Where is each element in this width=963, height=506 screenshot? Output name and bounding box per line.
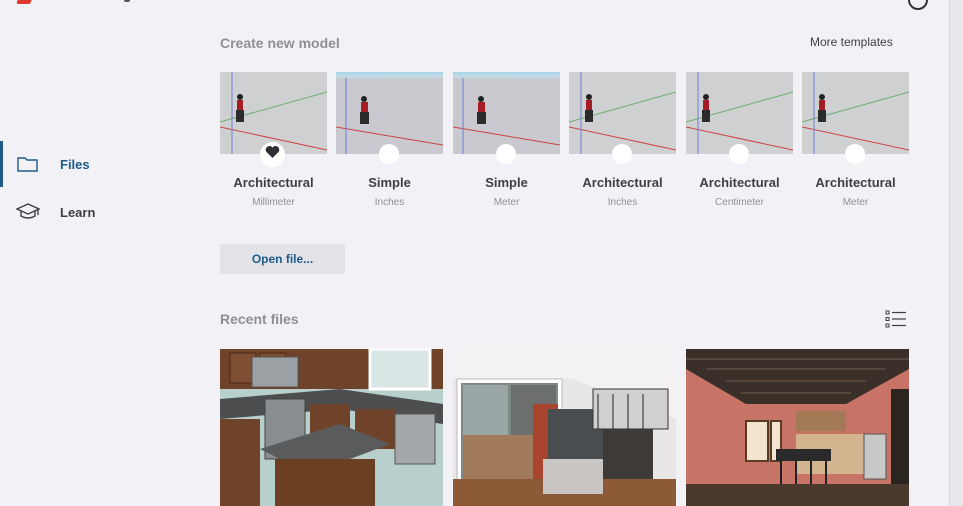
template-unit: Millimeter: [252, 197, 295, 208]
template-name: Architectural: [699, 175, 780, 190]
template-thumbnail: [802, 72, 909, 154]
template-card[interactable]: Architectural Millimeter: [220, 72, 327, 212]
template-name: Architectural: [233, 175, 314, 190]
sidebar-item-label: Files: [60, 156, 90, 172]
recent-file-kitchen-thumbnail[interactable]: [220, 349, 443, 506]
template-thumbnail: [686, 72, 793, 154]
template-name: Architectural: [582, 175, 663, 190]
template-card[interactable]: Architectural Meter: [802, 72, 909, 212]
template-thumbnail: [453, 72, 560, 154]
template-unit: Meter: [493, 197, 520, 208]
template-unit: Centimeter: [715, 197, 764, 208]
template-card[interactable]: Architectural Inches: [569, 72, 676, 212]
scrollbar[interactable]: [949, 0, 963, 506]
template-name: Simple: [485, 175, 528, 190]
create-new-model-title: Create new model: [220, 35, 340, 51]
favorite-badge[interactable]: [845, 144, 865, 164]
open-file-button[interactable]: Open file...: [220, 244, 345, 274]
top-bar: [0, 0, 963, 10]
template-thumbnail: [336, 72, 443, 154]
favorite-badge[interactable]: [260, 142, 285, 167]
favorite-badge[interactable]: [496, 144, 516, 164]
graduation-cap-icon: [16, 202, 40, 222]
template-thumbnail: [569, 72, 676, 154]
sidebar-item-label: Learn: [60, 204, 96, 220]
favorite-badge[interactable]: [729, 144, 749, 164]
app-logo[interactable]: [16, 0, 34, 4]
template-unit: Inches: [374, 197, 405, 208]
folder-icon: [16, 154, 40, 174]
template-name: Simple: [368, 175, 411, 190]
recent-files-title: Recent files: [220, 311, 299, 327]
list-view-icon[interactable]: [885, 309, 907, 329]
app-logo-fragment: [124, 0, 130, 2]
template-card[interactable]: Simple Meter: [453, 72, 560, 212]
sidebar-item-learn[interactable]: Learn: [0, 189, 190, 235]
recent-file-brick-interior-thumbnail[interactable]: [686, 349, 909, 506]
template-card[interactable]: Simple Inches: [336, 72, 443, 212]
template-unit: Inches: [607, 197, 638, 208]
recent-file-loft-thumbnail[interactable]: [453, 349, 676, 506]
more-templates-link[interactable]: More templates: [810, 35, 893, 49]
template-card[interactable]: Architectural Centimeter: [686, 72, 793, 212]
scrollbar-divider: [949, 0, 950, 506]
template-unit: Meter: [842, 197, 869, 208]
user-avatar-icon[interactable]: [908, 0, 928, 10]
template-name: Architectural: [815, 175, 896, 190]
heart-icon: [265, 145, 280, 164]
sidebar-item-files[interactable]: Files: [0, 141, 190, 187]
favorite-badge[interactable]: [612, 144, 632, 164]
favorite-badge[interactable]: [379, 144, 399, 164]
